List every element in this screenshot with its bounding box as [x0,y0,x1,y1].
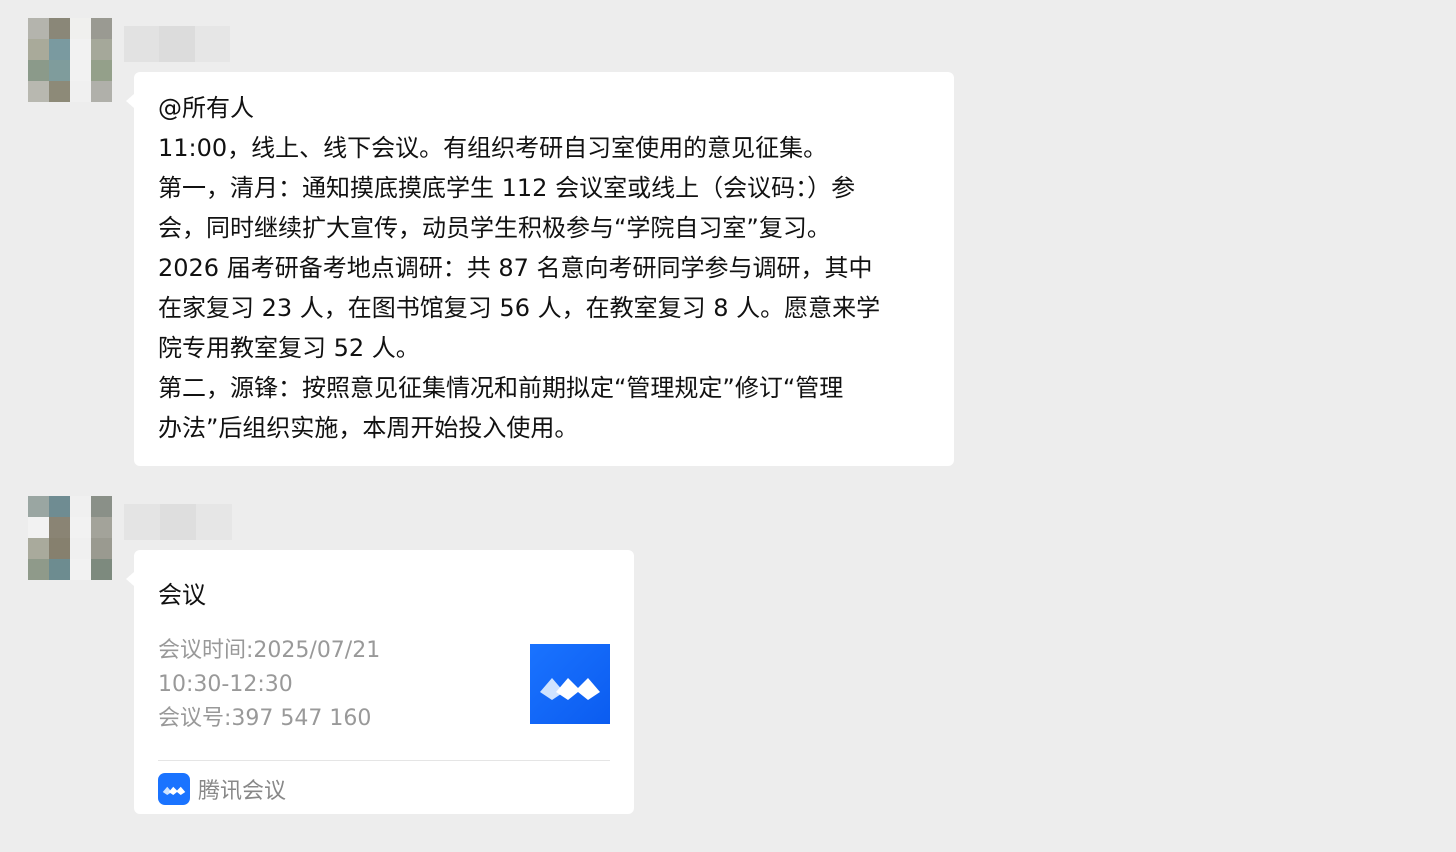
card-title: 会议 [158,581,206,609]
tencent-meeting-logo-icon [530,644,610,724]
sender-name-blurred [124,504,232,540]
tencent-meeting-icon [158,773,190,805]
message-line: 第一，清月：通知摸底摸底学生 112 会议室或线上（会议码：）参 [158,174,856,202]
message-line: 2026 届考研备考地点调研：共 87 名意向考研同学参与调研，其中 [158,254,873,282]
meeting-time-range: 10:30-12:30 [158,672,293,697]
message-line: 院专用教室复习 52 人。 [158,334,420,362]
sender-name-blurred [124,26,230,62]
message-text: @所有人 11:00，线上、线下会议。有组织考研自习室使用的意见征集。 第一，清… [158,88,938,448]
text-message-bubble[interactable]: @所有人 11:00，线上、线下会议。有组织考研自习室使用的意见征集。 第一，清… [126,72,954,466]
card-source: 腾讯会议 [158,772,286,806]
meeting-id: 会议号:397 547 160 [158,706,372,731]
message-line: 办法”后组织实施，本周开始投入使用。 [158,414,579,442]
card-details: 会议时间:2025/07/21 10:30-12:30 会议号:397 547 … [158,634,380,736]
message-line: 11:00，线上、线下会议。有组织考研自习室使用的意见征集。 [158,134,828,162]
meeting-time: 会议时间:2025/07/21 [158,638,381,663]
sender-avatar[interactable] [28,18,112,102]
message-line: @所有人 [158,94,254,122]
message-line: 在家复习 23 人，在图书馆复习 56 人，在教室复习 8 人。愿意来学 [158,294,881,322]
card-divider [158,760,610,761]
message-line: 会，同时继续扩大宣传，动员学生积极参与“学院自习室”复习。 [158,214,831,242]
sender-avatar[interactable] [28,496,112,580]
meeting-card[interactable]: 会议 会议时间:2025/07/21 10:30-12:30 会议号:397 5… [126,550,634,814]
source-name: 腾讯会议 [198,779,287,804]
message-line: 第二，源锋：按照意见征集情况和前期拟定“管理规定”修订“管理 [158,374,844,402]
